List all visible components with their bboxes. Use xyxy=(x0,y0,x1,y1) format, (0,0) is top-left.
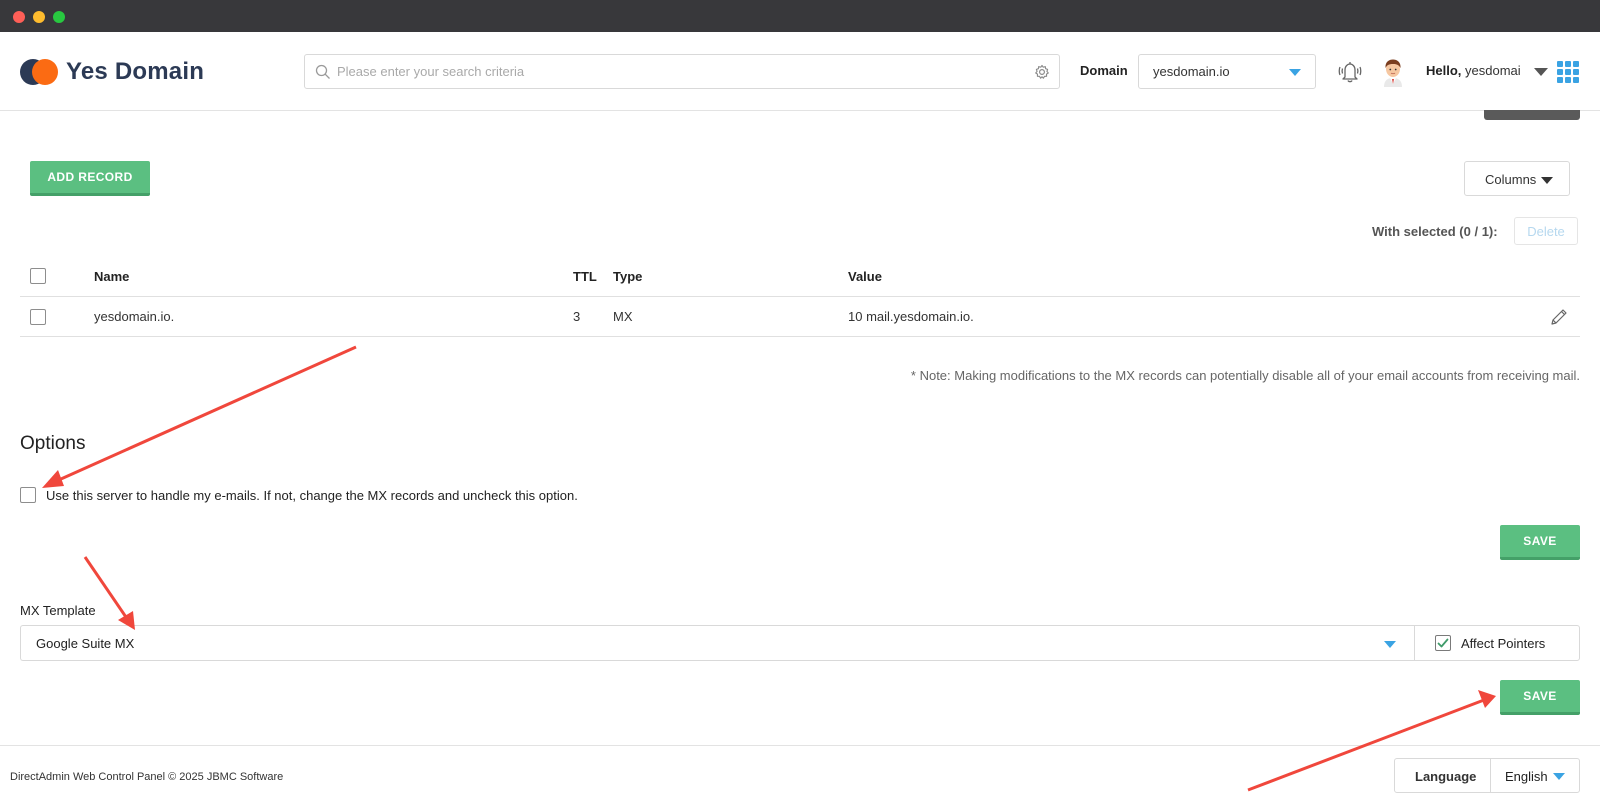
chevron-down-icon xyxy=(1384,641,1396,648)
window-titlebar xyxy=(0,0,1600,32)
column-header-name[interactable]: Name xyxy=(94,269,129,284)
divider xyxy=(1490,759,1491,792)
partial-action-button[interactable] xyxy=(1484,110,1580,120)
search-icon xyxy=(315,64,330,79)
add-record-button[interactable]: ADD RECORD xyxy=(30,161,150,196)
mx-template-value: Google Suite MX xyxy=(36,636,135,651)
minimize-window-button[interactable] xyxy=(33,11,45,23)
language-value: English xyxy=(1505,769,1548,784)
select-all-checkbox[interactable] xyxy=(30,268,46,284)
brand-logo[interactable]: Yes Domain xyxy=(20,56,204,88)
arrow-to-mx-template xyxy=(83,556,135,630)
columns-dropdown-button[interactable]: Columns xyxy=(1464,161,1570,196)
mx-warning-note: * Note: Making modifications to the MX r… xyxy=(910,368,1580,383)
footer: DirectAdmin Web Control Panel © 2025 JBM… xyxy=(0,745,1600,805)
column-header-ttl[interactable]: TTL xyxy=(573,269,597,284)
table-row: yesdomain.io. 3 MX 10 mail.yesdomain.io. xyxy=(20,297,1580,337)
with-selected-label: With selected (0 / 1): xyxy=(1372,224,1498,239)
bell-icon[interactable] xyxy=(1336,59,1364,85)
chevron-down-icon xyxy=(1553,773,1565,780)
arrow-to-use-server-checkbox xyxy=(42,345,357,488)
checkmark-icon xyxy=(1437,638,1449,648)
mx-template-save-button[interactable]: SAVE xyxy=(1500,680,1580,715)
row-checkbox[interactable] xyxy=(30,309,46,325)
brand-name: Yes Domain xyxy=(66,58,205,85)
delete-button[interactable]: Delete xyxy=(1514,217,1578,245)
chevron-down-icon xyxy=(1289,69,1301,76)
options-heading: Options xyxy=(20,433,86,454)
username: yesdomai xyxy=(1465,63,1521,78)
record-ttl: 3 xyxy=(573,309,581,324)
mx-template-label: MX Template xyxy=(20,603,96,618)
domain-label: Domain xyxy=(1080,63,1128,78)
close-window-button[interactable] xyxy=(13,11,25,23)
grid-icon[interactable] xyxy=(1557,61,1579,83)
domain-select[interactable]: yesdomain.io xyxy=(1138,54,1316,89)
user-greeting[interactable]: Hello, yesdomai xyxy=(1426,63,1521,78)
search-input[interactable] xyxy=(337,55,1017,88)
user-menu-chevron-icon[interactable] xyxy=(1534,68,1548,76)
use-server-label[interactable]: Use this server to handle my e-mails. If… xyxy=(46,488,578,503)
columns-label: Columns xyxy=(1485,172,1537,187)
affect-pointers-toggle[interactable]: Affect Pointers xyxy=(1414,625,1580,661)
options-save-button[interactable]: SAVE xyxy=(1500,525,1580,560)
domain-select-value: yesdomain.io xyxy=(1153,64,1230,79)
mx-template-select[interactable]: Google Suite MX xyxy=(20,625,1414,661)
avatar-icon[interactable] xyxy=(1380,57,1406,87)
annotation-arrows xyxy=(42,345,1496,792)
language-label: Language xyxy=(1415,769,1477,784)
pencil-icon[interactable] xyxy=(1549,307,1569,327)
column-header-type[interactable]: Type xyxy=(613,269,642,284)
copyright-text: DirectAdmin Web Control Panel © 2025 JBM… xyxy=(10,771,284,783)
language-selector[interactable]: Language English xyxy=(1394,758,1580,793)
maximize-window-button[interactable] xyxy=(53,11,65,23)
logo-mark-icon xyxy=(20,59,58,85)
record-value: 10 mail.yesdomain.io. xyxy=(848,309,974,324)
table-header: Name TTL Type Value xyxy=(20,256,1580,297)
column-header-value[interactable]: Value xyxy=(848,269,882,284)
top-header: Yes Domain Domain yesdomain.io xyxy=(0,32,1600,111)
caret-down-icon xyxy=(1541,177,1553,184)
greeting-prefix: Hello, xyxy=(1426,63,1462,78)
use-server-checkbox[interactable] xyxy=(20,487,36,503)
search-box xyxy=(304,54,1060,89)
affect-pointers-label: Affect Pointers xyxy=(1461,636,1546,651)
record-name: yesdomain.io. xyxy=(94,309,175,324)
affect-pointers-checkbox[interactable] xyxy=(1435,635,1451,651)
gear-icon[interactable] xyxy=(1034,64,1050,80)
record-type: MX xyxy=(613,309,633,324)
